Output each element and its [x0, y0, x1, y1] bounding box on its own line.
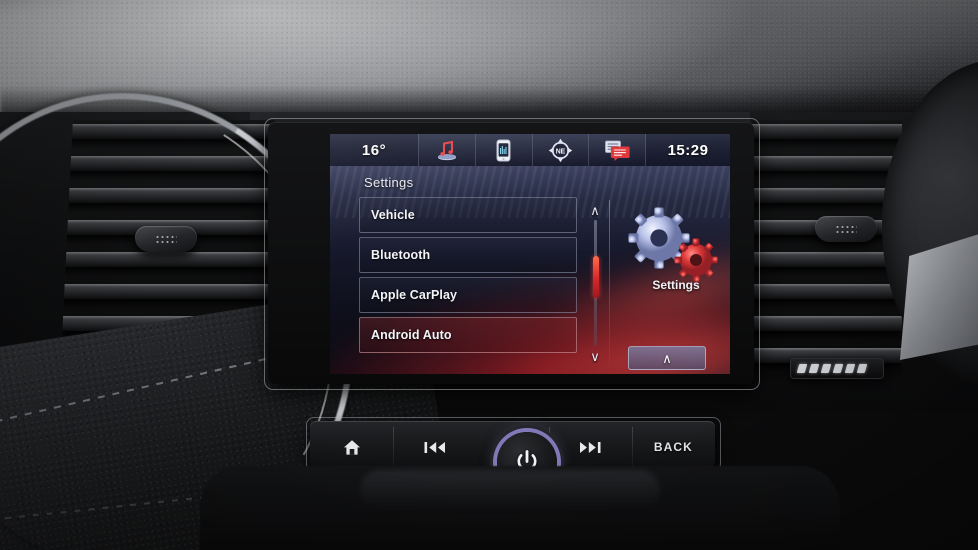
knob-grip-dots [835, 224, 857, 234]
scrollbar-thumb[interactable] [593, 256, 599, 298]
list-item[interactable]: Android Auto [359, 317, 577, 353]
settings-list: Vehicle Bluetooth Apple CarPlay Android … [359, 197, 577, 357]
outside-temperature: 16° [361, 141, 387, 159]
list-item-label: Android Auto [371, 328, 452, 342]
previous-track-icon [424, 441, 445, 453]
home-icon [343, 439, 360, 455]
scroll-to-top-button[interactable]: ∧ [628, 346, 706, 370]
media-icon[interactable] [418, 134, 475, 166]
scroll-down-icon[interactable]: ∨ [584, 348, 606, 364]
air-vent-right-direction-knob[interactable] [815, 216, 877, 242]
car-dashboard-scene: 16° NE 15:29 Settings Vehicle Bluetooth … [0, 0, 978, 550]
list-item-label: Vehicle [371, 208, 415, 222]
air-vent-right[interactable] [752, 120, 902, 378]
next-track-icon [580, 441, 601, 453]
panel-divider [609, 200, 610, 368]
scroll-up-icon[interactable]: ∧ [584, 202, 606, 218]
list-item-label: Apple CarPlay [371, 288, 458, 302]
list-item[interactable]: Apple CarPlay [359, 277, 577, 313]
navigation-direction-label: NE [556, 148, 566, 155]
clock: 15:29 [667, 141, 709, 159]
scrollbar[interactable]: ∧ ∨ [584, 202, 606, 364]
infotainment-display[interactable]: 16° NE 15:29 Settings Vehicle Bluetooth … [330, 134, 730, 374]
lower-console-gloss [360, 470, 660, 510]
air-vent-right-flow-slider[interactable] [790, 358, 884, 379]
list-item[interactable]: Vehicle [359, 197, 577, 233]
page-title: Settings [364, 175, 414, 190]
list-item-label: Bluetooth [371, 248, 431, 262]
phone-icon[interactable] [474, 134, 532, 166]
list-item[interactable]: Bluetooth [359, 237, 577, 273]
settings-screen: Settings Vehicle Bluetooth Apple CarPlay… [330, 166, 730, 374]
navigation-icon[interactable]: NE [531, 134, 589, 166]
status-bar-icon-group: NE [418, 134, 646, 166]
messages-icon[interactable] [588, 134, 646, 166]
settings-icon-label: Settings [652, 278, 700, 292]
status-bar: 16° NE 15:29 [330, 134, 730, 166]
